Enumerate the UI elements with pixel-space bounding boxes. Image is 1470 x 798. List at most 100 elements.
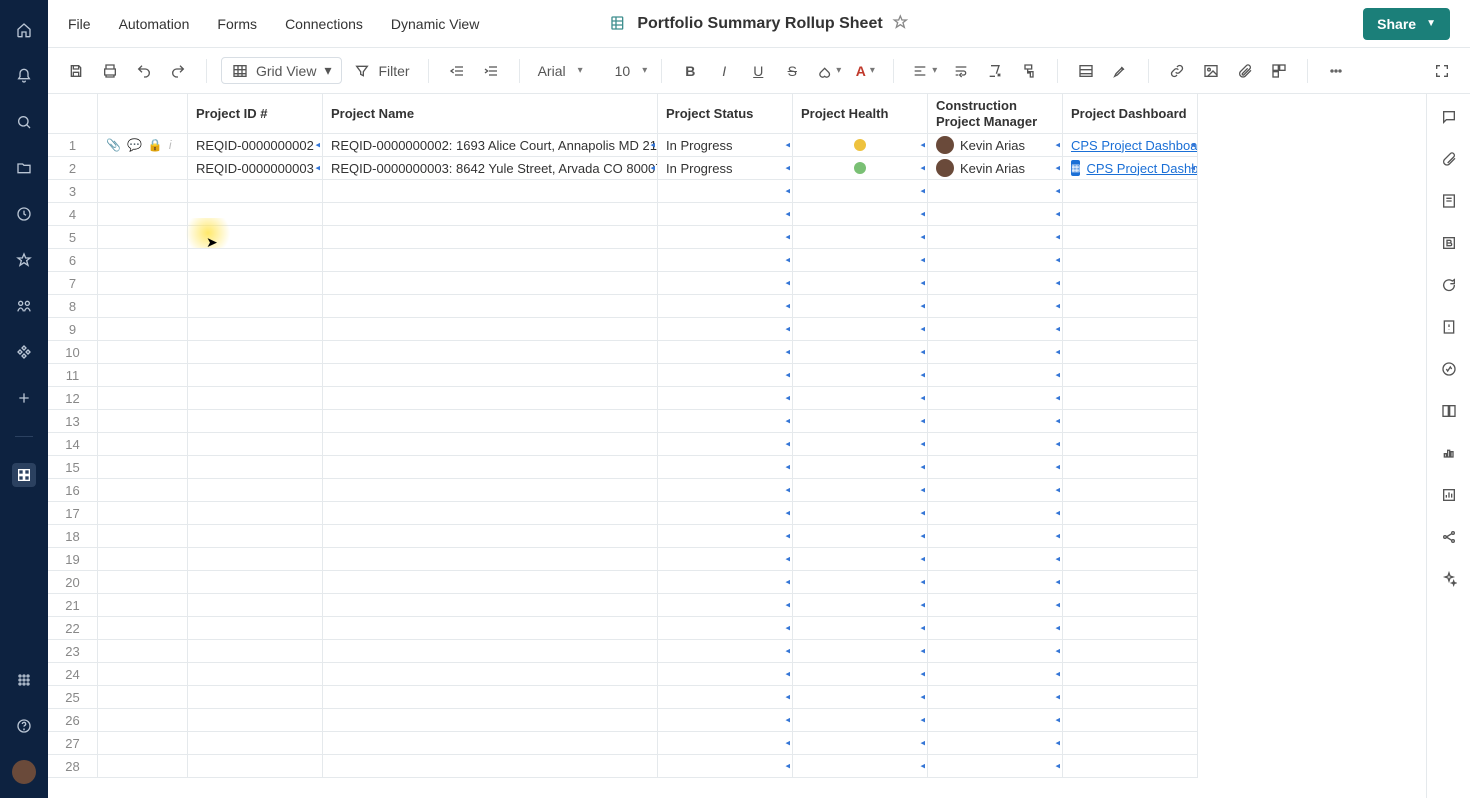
row-number[interactable]: 28	[48, 755, 98, 778]
empty-cell[interactable]: ◂	[793, 318, 928, 341]
recents-icon[interactable]	[12, 202, 36, 226]
row-number[interactable]: 1	[48, 134, 98, 157]
empty-cell[interactable]	[188, 433, 323, 456]
empty-cell[interactable]: ◂	[793, 226, 928, 249]
empty-cell[interactable]	[188, 571, 323, 594]
empty-cell[interactable]	[1063, 663, 1198, 686]
empty-cell[interactable]	[1063, 295, 1198, 318]
row-indicators[interactable]	[98, 571, 188, 594]
solution-center-icon[interactable]	[12, 463, 36, 487]
align-icon[interactable]	[908, 57, 941, 85]
request-update-icon[interactable]	[1438, 316, 1460, 338]
empty-cell[interactable]: ◂	[928, 594, 1063, 617]
empty-cell[interactable]	[1063, 249, 1198, 272]
bold-icon[interactable]: B	[676, 57, 704, 85]
empty-cell[interactable]: ◂	[658, 456, 793, 479]
row-number[interactable]: 20	[48, 571, 98, 594]
empty-cell[interactable]	[323, 203, 658, 226]
save-icon[interactable]	[62, 57, 90, 85]
empty-cell[interactable]: ◂	[793, 594, 928, 617]
text-color-icon[interactable]: A	[851, 57, 879, 85]
empty-cell[interactable]: ◂	[658, 594, 793, 617]
empty-cell[interactable]	[1063, 617, 1198, 640]
empty-cell[interactable]: ◂	[928, 295, 1063, 318]
empty-cell[interactable]: ◂	[928, 755, 1063, 778]
notifications-icon[interactable]	[12, 64, 36, 88]
undo-icon[interactable]	[130, 57, 158, 85]
empty-cell[interactable]: ◂	[793, 180, 928, 203]
fullscreen-icon[interactable]	[1428, 57, 1456, 85]
empty-cell[interactable]: ◂	[658, 663, 793, 686]
row-number[interactable]: 2	[48, 157, 98, 180]
cell-project-id[interactable]: REQID-0000000002◂	[188, 134, 323, 157]
empty-cell[interactable]: ◂	[658, 732, 793, 755]
highlight-icon[interactable]	[1106, 57, 1134, 85]
cell-project-manager[interactable]: Kevin Arias◂	[928, 157, 1063, 180]
empty-cell[interactable]: ◂	[928, 525, 1063, 548]
empty-cell[interactable]	[323, 571, 658, 594]
row-indicators[interactable]	[98, 433, 188, 456]
summary-icon[interactable]	[1438, 400, 1460, 422]
empty-cell[interactable]: ◂	[928, 341, 1063, 364]
row-indicators[interactable]	[98, 709, 188, 732]
empty-cell[interactable]: ◂	[928, 226, 1063, 249]
empty-cell[interactable]: ◂	[928, 249, 1063, 272]
row-indicators[interactable]	[98, 755, 188, 778]
work-insights-icon[interactable]	[1438, 484, 1460, 506]
empty-cell[interactable]	[1063, 548, 1198, 571]
empty-cell[interactable]	[188, 686, 323, 709]
empty-cell[interactable]: ◂	[658, 686, 793, 709]
format-painter-icon[interactable]	[1015, 57, 1043, 85]
empty-cell[interactable]	[188, 456, 323, 479]
empty-cell[interactable]: ◂	[928, 364, 1063, 387]
empty-cell[interactable]	[188, 663, 323, 686]
launcher-icon[interactable]	[12, 668, 36, 692]
font-family-select[interactable]: Arial	[534, 63, 583, 79]
row-number[interactable]: 21	[48, 594, 98, 617]
row-indicators[interactable]	[98, 226, 188, 249]
row-number[interactable]: 7	[48, 272, 98, 295]
empty-cell[interactable]	[1063, 479, 1198, 502]
empty-cell[interactable]	[323, 295, 658, 318]
empty-cell[interactable]	[188, 594, 323, 617]
empty-cell[interactable]: ◂	[928, 502, 1063, 525]
empty-cell[interactable]	[188, 387, 323, 410]
empty-cell[interactable]	[1063, 709, 1198, 732]
empty-cell[interactable]	[323, 525, 658, 548]
empty-cell[interactable]: ◂	[793, 617, 928, 640]
row-indicators[interactable]	[98, 341, 188, 364]
indent-icon[interactable]	[477, 57, 505, 85]
empty-cell[interactable]	[323, 755, 658, 778]
empty-cell[interactable]: ◂	[928, 709, 1063, 732]
empty-cell[interactable]: ◂	[793, 502, 928, 525]
row-number[interactable]: 11	[48, 364, 98, 387]
strike-icon[interactable]: S	[778, 57, 806, 85]
column-header[interactable]: Project ID #	[188, 94, 323, 134]
empty-cell[interactable]	[323, 640, 658, 663]
wrap-icon[interactable]	[947, 57, 975, 85]
empty-cell[interactable]	[188, 617, 323, 640]
empty-cell[interactable]: ◂	[658, 387, 793, 410]
row-number[interactable]: 12	[48, 387, 98, 410]
conditional-format-icon[interactable]	[1072, 57, 1100, 85]
row-indicators[interactable]: 📎💬🔒i	[98, 134, 188, 157]
empty-cell[interactable]: ◂	[793, 272, 928, 295]
row-indicators[interactable]	[98, 203, 188, 226]
empty-cell[interactable]: ◂	[658, 341, 793, 364]
row-indicators[interactable]	[98, 410, 188, 433]
empty-cell[interactable]	[188, 295, 323, 318]
empty-cell[interactable]: ◂	[793, 732, 928, 755]
empty-cell[interactable]	[323, 249, 658, 272]
column-header[interactable]: Project Status	[658, 94, 793, 134]
user-avatar[interactable]	[12, 760, 36, 784]
empty-cell[interactable]: ◂	[928, 571, 1063, 594]
empty-cell[interactable]	[188, 226, 323, 249]
redo-icon[interactable]	[164, 57, 192, 85]
image-icon[interactable]	[1197, 57, 1225, 85]
empty-cell[interactable]	[323, 594, 658, 617]
empty-cell[interactable]	[323, 410, 658, 433]
dashboard-link[interactable]: CPS Project Dashboard	[1086, 161, 1198, 176]
row-indicators[interactable]	[98, 180, 188, 203]
menu-connections[interactable]: Connections	[285, 16, 363, 32]
outdent-icon[interactable]	[443, 57, 471, 85]
